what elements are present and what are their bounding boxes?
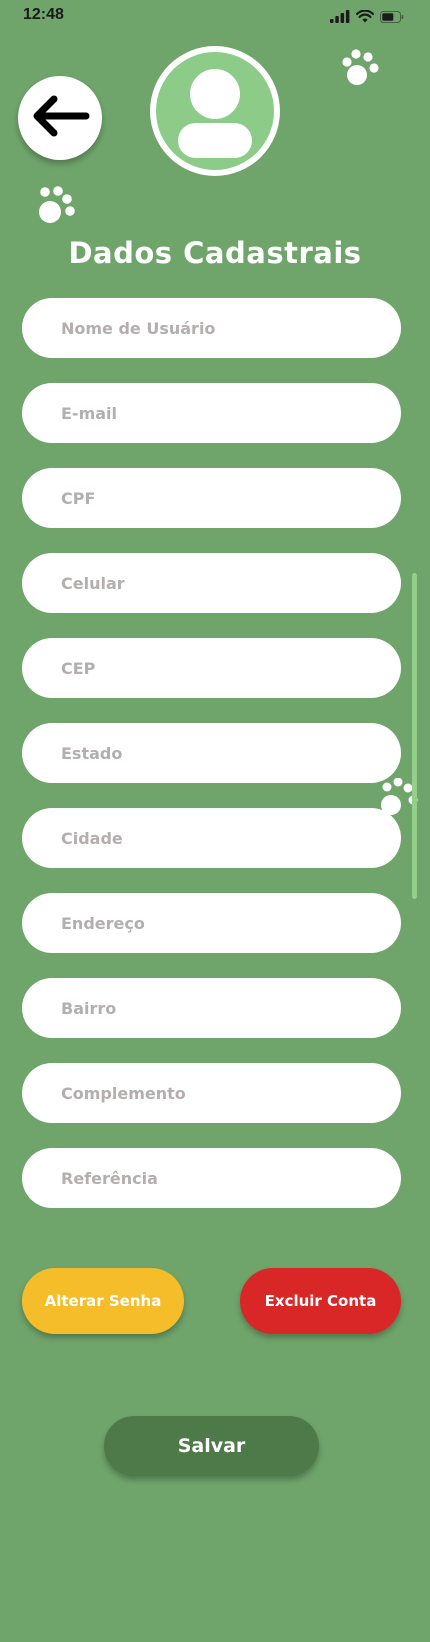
username-input[interactable] [59,317,383,339]
battery-icon [380,8,404,27]
address-field[interactable] [22,893,401,953]
city-input[interactable] [59,827,383,849]
arrow-left-icon [30,94,90,142]
phone-field[interactable] [22,553,401,613]
status-time: 12:48 [23,6,64,23]
wifi-icon [355,8,375,27]
change-password-button[interactable]: Alterar Senha [22,1268,184,1334]
neighborhood-field[interactable] [22,978,401,1038]
cpf-input[interactable] [59,487,383,509]
avatar[interactable] [150,46,280,176]
page-title: Dados Cadastrais [68,236,362,270]
reference-field[interactable] [22,1148,401,1208]
user-placeholder-icon [156,52,274,170]
state-input[interactable] [59,742,383,764]
status-icons [330,8,404,27]
scrollbar[interactable] [412,573,417,899]
username-field[interactable] [22,298,401,358]
delete-account-button[interactable]: Excluir Conta [240,1268,401,1334]
email-input[interactable] [59,402,383,424]
status-bar: 12:48 [0,0,430,34]
registration-form [22,298,401,1233]
phone-input[interactable] [59,572,383,594]
address-input[interactable] [59,912,383,934]
cellular-signal-icon [330,8,350,27]
cep-input[interactable] [59,657,383,679]
paw-print-icon [340,48,382,94]
neighborhood-input[interactable] [59,997,383,1019]
cpf-field[interactable] [22,468,401,528]
complement-field[interactable] [22,1063,401,1123]
save-button[interactable]: Salvar [104,1416,319,1476]
paw-print-icon [34,184,78,232]
city-field[interactable] [22,808,401,868]
state-field[interactable] [22,723,401,783]
email-field[interactable] [22,383,401,443]
complement-input[interactable] [59,1082,383,1104]
reference-input[interactable] [59,1167,383,1189]
back-button[interactable] [18,76,102,160]
cep-field[interactable] [22,638,401,698]
